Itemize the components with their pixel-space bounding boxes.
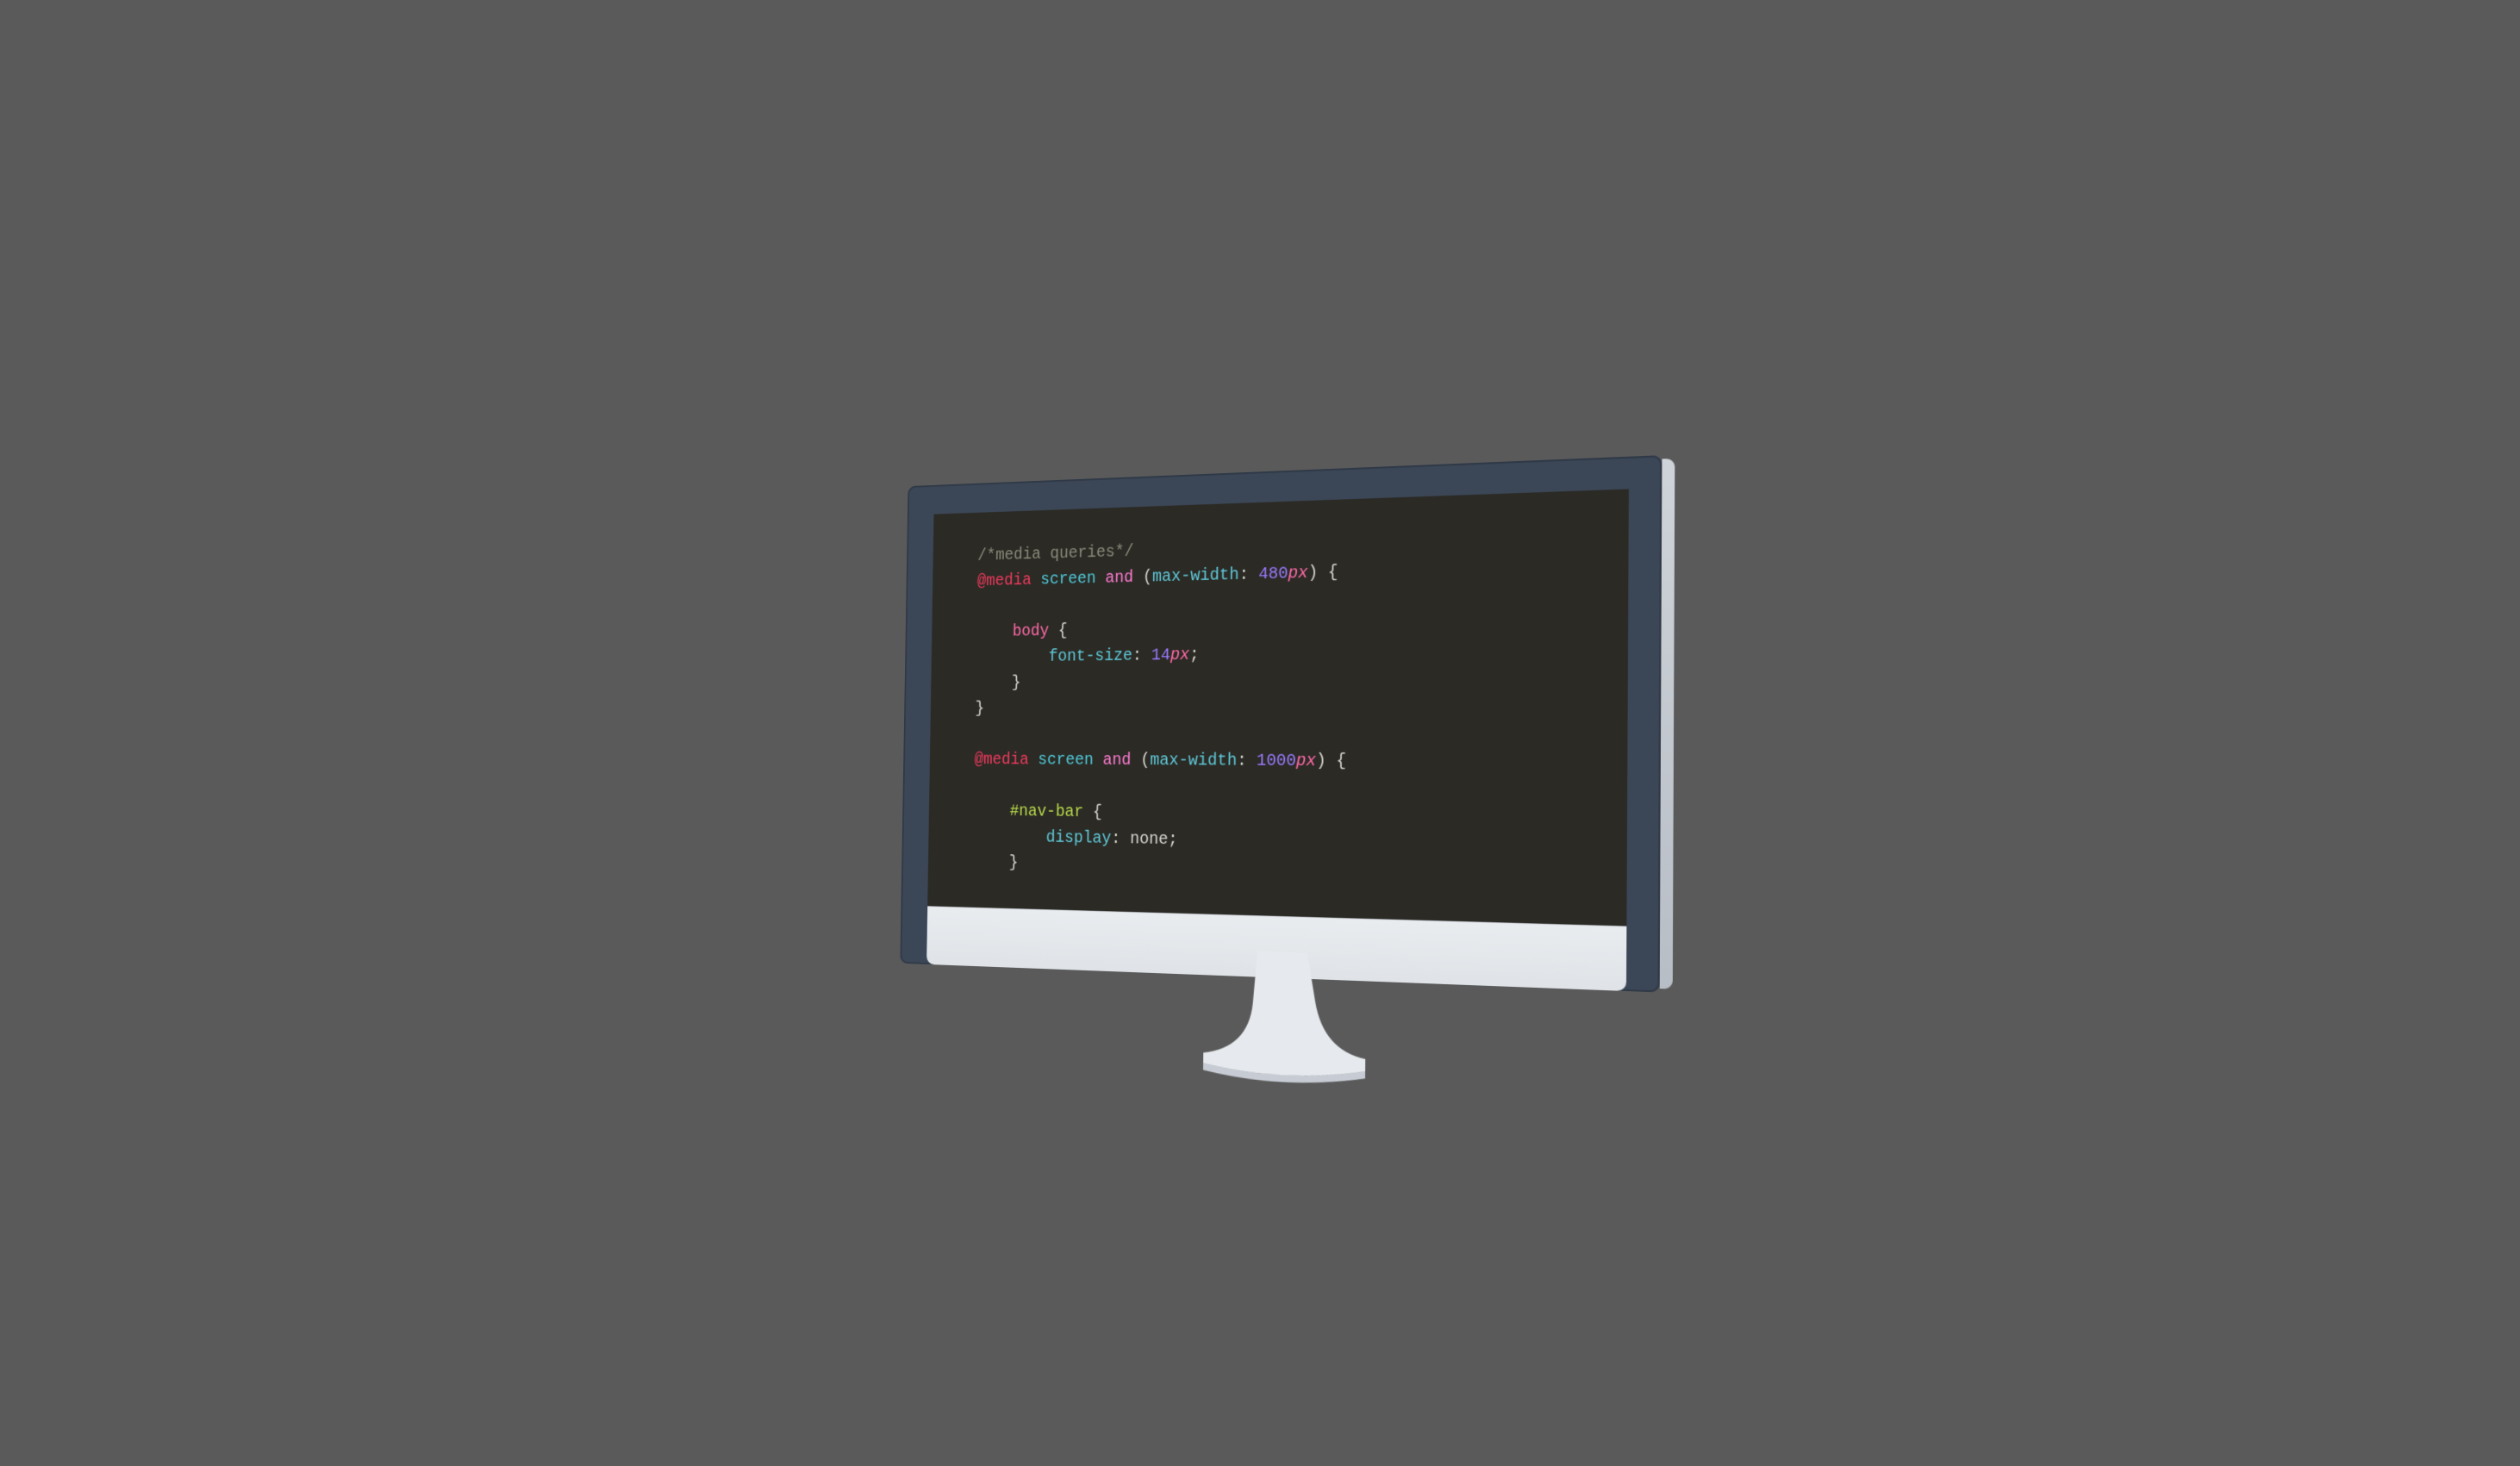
- monitor-bezel: /*media queries*/ @media screen and (max…: [900, 455, 1662, 992]
- code-brace-open: {: [1058, 621, 1068, 640]
- monitor-illustration: /*media queries*/ @media screen and (max…: [900, 455, 1662, 992]
- code-comment: /*media queries*/: [977, 542, 1134, 565]
- code-selector-body: body: [1013, 621, 1050, 641]
- code-colon: :: [1111, 829, 1120, 849]
- code-maxwidth: max-width: [1150, 751, 1237, 770]
- code-and: and: [1103, 751, 1132, 770]
- code-paren-close: ): [1316, 751, 1326, 770]
- monitor-side-edge: [1660, 458, 1675, 989]
- code-colon: :: [1238, 565, 1249, 584]
- code-colon: :: [1132, 646, 1142, 665]
- code-px: px: [1170, 646, 1190, 665]
- code-and: and: [1105, 568, 1133, 588]
- code-semicolon: ;: [1168, 830, 1177, 850]
- code-prop-fontsize: font-size: [1049, 646, 1133, 667]
- code-paren-open: (: [1140, 751, 1150, 770]
- code-screen: screen: [1038, 751, 1094, 770]
- code-atrule: @media: [977, 571, 1032, 591]
- monitor-stand: [1158, 947, 1409, 1107]
- code-prop-display: display: [1046, 828, 1112, 849]
- code-semicolon: ;: [1189, 645, 1199, 664]
- code-brace-close: }: [1012, 673, 1021, 692]
- code-atrule: @media: [974, 750, 1028, 769]
- code-selector-navbar: #nav-bar: [1010, 802, 1084, 821]
- code-px: px: [1288, 563, 1307, 583]
- code-colon: :: [1237, 751, 1247, 770]
- code-1000: 1000: [1257, 751, 1296, 770]
- code-px: px: [1296, 751, 1316, 770]
- code-brace-close: }: [975, 699, 984, 718]
- code-14: 14: [1151, 646, 1170, 665]
- code-brace-open: {: [1336, 751, 1346, 770]
- code-paren-open: (: [1143, 567, 1152, 587]
- scene: /*media queries*/ @media screen and (max…: [743, 406, 1777, 1061]
- code-screen: screen: [1040, 569, 1096, 590]
- code-brace-open: {: [1093, 802, 1102, 822]
- stand-icon: [1158, 947, 1409, 1107]
- code-maxwidth: max-width: [1152, 565, 1239, 587]
- code-brace-open: {: [1328, 563, 1338, 583]
- code-paren-close: ): [1307, 563, 1318, 583]
- code-480: 480: [1258, 564, 1288, 584]
- code-val-none: none: [1130, 829, 1168, 849]
- code-brace-close: }: [1009, 853, 1019, 872]
- code-editor-screen: /*media queries*/ @media screen and (max…: [927, 489, 1629, 926]
